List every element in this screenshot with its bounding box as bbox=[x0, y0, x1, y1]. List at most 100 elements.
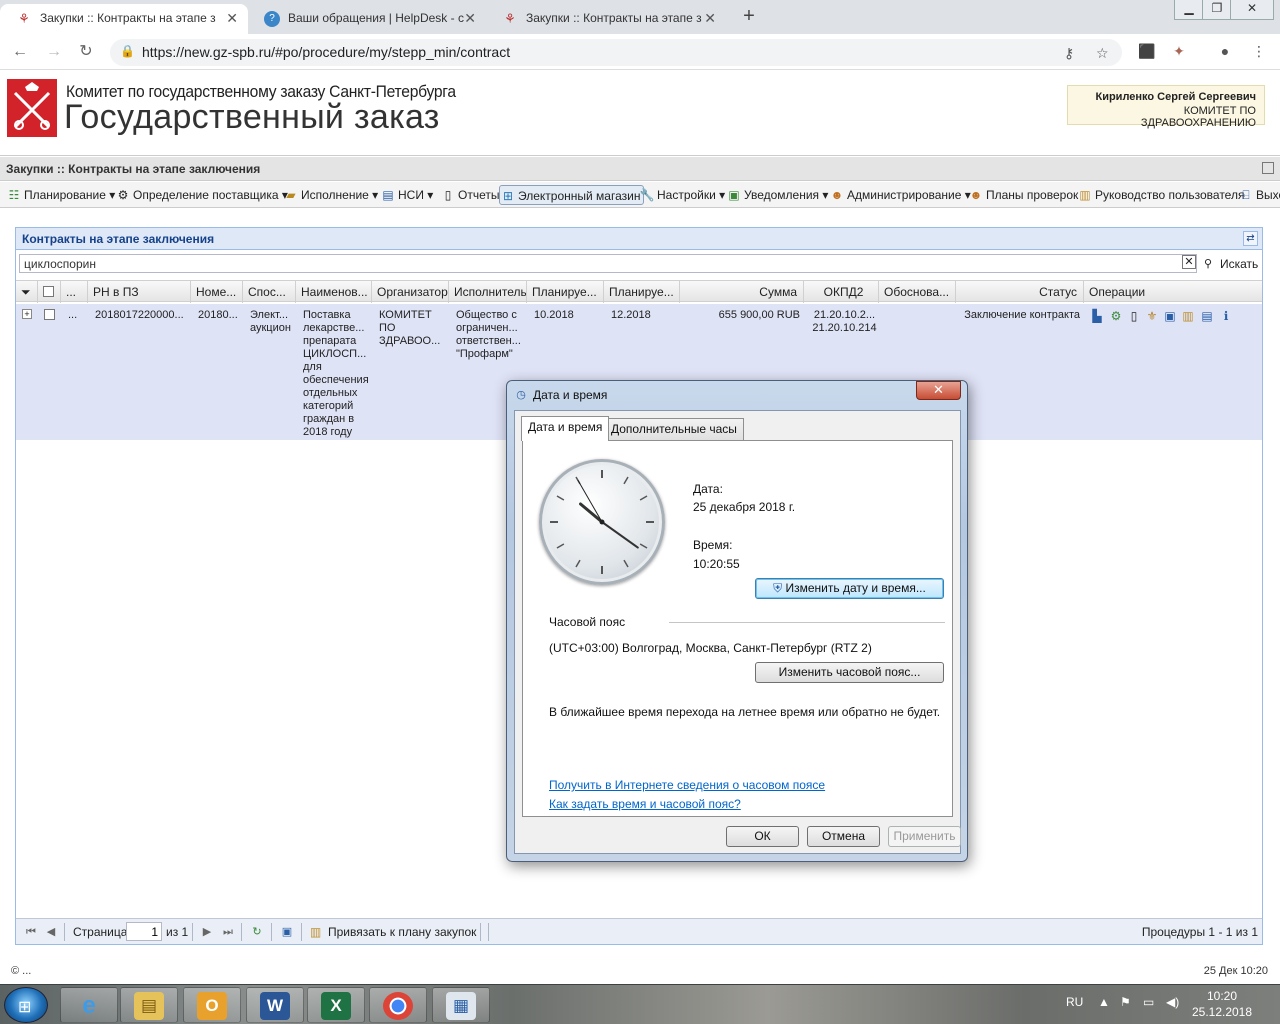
collapse-icon[interactable] bbox=[1262, 162, 1274, 174]
minimize-button[interactable]: ▁ bbox=[1174, 0, 1204, 20]
volume-icon[interactable]: ◀) bbox=[1166, 995, 1179, 1009]
column-header[interactable]: Операции bbox=[1084, 281, 1262, 303]
info-icon[interactable]: ℹ bbox=[1218, 308, 1234, 324]
column-header[interactable]: Спос... bbox=[243, 281, 296, 303]
profile-icon[interactable]: ● bbox=[1216, 42, 1234, 60]
taskbar-ie[interactable]: e bbox=[60, 987, 118, 1023]
star-icon[interactable]: ☆ bbox=[1096, 45, 1109, 62]
menu-item-admin[interactable]: ☻ Администрирование ▾ bbox=[829, 185, 971, 205]
tab-date-time[interactable]: Дата и время bbox=[521, 416, 610, 441]
books-icon[interactable]: ▤ bbox=[1199, 308, 1215, 324]
taskbar-explorer[interactable]: ▤ bbox=[120, 987, 178, 1023]
close-icon[interactable]: ✕ bbox=[226, 4, 238, 32]
last-page-icon[interactable]: ⏭ bbox=[221, 924, 235, 940]
search-input[interactable] bbox=[19, 254, 1197, 273]
column-header[interactable]: Наименов... bbox=[296, 281, 372, 303]
action-center-icon[interactable]: ⚑ bbox=[1120, 995, 1131, 1009]
reload-icon[interactable]: ↻ bbox=[76, 42, 96, 62]
menu-item-settings[interactable]: 🔧 Настройки ▾ bbox=[639, 185, 726, 205]
search-button[interactable]: ⚲ Искать bbox=[1204, 255, 1258, 273]
menu-item-exit[interactable]: ⍇Выхо bbox=[1238, 185, 1280, 205]
row-checkbox[interactable] bbox=[44, 309, 55, 320]
column-header[interactable]: Исполнитель bbox=[449, 281, 527, 303]
close-icon[interactable]: ✕ bbox=[464, 4, 476, 32]
url-field[interactable]: 🔒 https://new.gz-spb.ru/#po/procedure/my… bbox=[110, 39, 1122, 66]
save-icon[interactable]: ▣ bbox=[1162, 308, 1178, 324]
next-page-icon[interactable]: ▶ bbox=[200, 924, 214, 940]
column-header[interactable]: Номе... bbox=[191, 281, 243, 303]
back-icon[interactable]: ← bbox=[10, 42, 30, 62]
column-header[interactable]: ОКПД2 bbox=[804, 281, 879, 303]
apply-button[interactable]: Применить bbox=[888, 826, 961, 847]
link-to-plan-button[interactable]: ▥ Привязать к плану закупок bbox=[310, 924, 476, 940]
menu-item-planning[interactable]: ☷ Планирование ▾ bbox=[6, 185, 116, 205]
emblem-icon[interactable]: ⚜ bbox=[1144, 308, 1160, 324]
timezone-info-link[interactable]: Получить в Интернете сведения о часовом … bbox=[549, 778, 825, 792]
taskbar-word[interactable]: W bbox=[246, 987, 304, 1023]
filter-column-header[interactable]: ⏷ bbox=[16, 281, 38, 303]
close-icon[interactable]: ✕ bbox=[704, 4, 716, 32]
ok-button[interactable]: ОК bbox=[726, 826, 799, 847]
change-datetime-button[interactable]: ⛨ Изменить дату и время... bbox=[755, 578, 944, 599]
chart-icon[interactable]: ▙ bbox=[1089, 308, 1105, 324]
user-info-box[interactable]: Кириленко Сергей Сергеевич КОМИТЕТ ПО ЗД… bbox=[1067, 85, 1265, 129]
show-hidden-icons[interactable]: ▲ bbox=[1098, 995, 1110, 1009]
column-header[interactable]: Организатор bbox=[372, 281, 449, 303]
refresh-tool-icon[interactable]: ⇄ bbox=[1243, 231, 1258, 246]
menu-item-notifications[interactable]: ▣ Уведомления ▾ bbox=[726, 185, 828, 205]
menu-item-reports[interactable]: ▯ Отчеты bbox=[440, 185, 500, 205]
cancel-button[interactable]: Отмена bbox=[807, 826, 880, 847]
column-header[interactable]: Планируе... bbox=[527, 281, 604, 303]
column-header[interactable]: РН в ПЗ bbox=[88, 281, 191, 303]
pdf-extension-icon[interactable]: ⬛ bbox=[1138, 42, 1156, 60]
start-button[interactable]: ⊞ bbox=[4, 987, 48, 1023]
change-timezone-button[interactable]: Изменить часовой пояс... bbox=[755, 662, 944, 683]
column-header[interactable]: Статус bbox=[956, 281, 1084, 303]
manual-icon: ▥ bbox=[1079, 188, 1091, 202]
first-page-icon[interactable]: ⏮ bbox=[24, 924, 38, 940]
select-all-header[interactable] bbox=[38, 281, 61, 303]
save-icon[interactable]: ▣ bbox=[280, 924, 294, 940]
taskbar-datetime[interactable]: ▦ bbox=[432, 987, 490, 1023]
column-header[interactable]: Обоснова... bbox=[879, 281, 956, 303]
new-tab-button[interactable]: + bbox=[738, 6, 760, 28]
column-header[interactable]: Планируе... bbox=[604, 281, 680, 303]
taskbar-clock[interactable]: 10:20 25.12.2018 bbox=[1182, 988, 1262, 1020]
menu-item-nsi[interactable]: ▤ НСИ ▾ bbox=[380, 185, 433, 205]
expand-row-icon[interactable]: + bbox=[22, 309, 32, 319]
language-indicator[interactable]: RU bbox=[1066, 995, 1083, 1009]
extension-icon[interactable]: ✦ bbox=[1170, 42, 1188, 60]
paging-toolbar: ⏮ ◀ Страница из 1 ▶ ⏭ ↻ ▣ ▥Привязать к п… bbox=[16, 918, 1262, 944]
menu-item-execution[interactable]: ▰ Исполнение ▾ bbox=[283, 185, 378, 205]
menu-item-eshop[interactable]: ⊞ Электронный магазин bbox=[499, 185, 645, 205]
column-header[interactable]: ... bbox=[61, 281, 88, 303]
browser-menu-icon[interactable]: ⋮ bbox=[1250, 42, 1268, 60]
browser-tab-3[interactable]: ⚘ Закупки :: Контракты на этапе з ✕ bbox=[486, 4, 726, 34]
howto-link[interactable]: Как задать время и часовой пояс? bbox=[549, 797, 741, 811]
browser-tab-2[interactable]: ? Ваши обращения | HelpDesk - с ✕ bbox=[248, 4, 486, 34]
scroll-icon[interactable]: ▥ bbox=[1180, 308, 1196, 324]
page-number-input[interactable] bbox=[126, 922, 162, 941]
column-header[interactable]: Сумма bbox=[680, 281, 804, 303]
menu-item-supplier[interactable]: ⚙ Определение поставщика ▾ bbox=[115, 185, 288, 205]
refresh-icon[interactable]: ↻ bbox=[250, 924, 264, 940]
taskbar-excel[interactable]: X bbox=[307, 987, 365, 1023]
key-icon[interactable]: ⚷ bbox=[1064, 45, 1074, 62]
taskbar-outlook[interactable]: O bbox=[183, 987, 241, 1023]
dialog-close-button[interactable]: ✕ bbox=[916, 381, 961, 400]
gear-icon[interactable]: ⚙ bbox=[1108, 308, 1124, 324]
tab-additional-clocks[interactable]: Дополнительные часы bbox=[604, 418, 744, 440]
maximize-button[interactable]: ❐ bbox=[1202, 0, 1232, 20]
menu-item-inspections[interactable]: ☻ Планы проверок bbox=[968, 185, 1079, 205]
window-close-button[interactable]: ✕ bbox=[1230, 0, 1274, 20]
clear-search-icon[interactable]: ✕ bbox=[1182, 255, 1196, 269]
select-all-checkbox[interactable] bbox=[43, 286, 54, 297]
document-icon[interactable]: ▯ bbox=[1126, 308, 1142, 324]
prev-page-icon[interactable]: ◀ bbox=[44, 924, 58, 940]
network-icon[interactable]: ▭ bbox=[1143, 995, 1154, 1009]
menu-item-manual[interactable]: ▥ Руководство пользователя bbox=[1077, 185, 1244, 205]
taskbar-chrome[interactable] bbox=[369, 987, 427, 1023]
cell-dots[interactable]: ... bbox=[63, 309, 88, 322]
forward-icon[interactable]: → bbox=[44, 42, 64, 62]
browser-tab-1[interactable]: ⚘ Закупки :: Контракты на этапе з ✕ bbox=[0, 4, 248, 34]
